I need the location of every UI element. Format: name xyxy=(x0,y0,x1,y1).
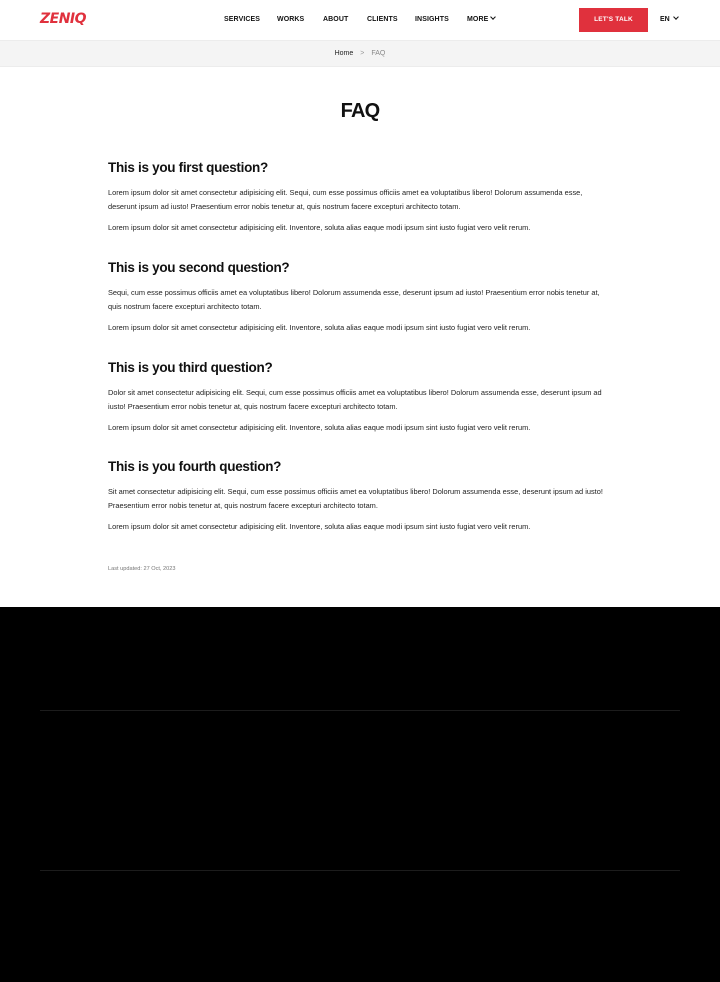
last-updated: Last updated: 27 Oct, 2023 xyxy=(108,566,176,572)
faq-item: This is you third question? Dolor sit am… xyxy=(108,359,613,435)
footer-divider xyxy=(40,710,680,711)
faq-answer-paragraph: Lorem ipsum dolor sit amet consectetur a… xyxy=(108,188,583,211)
faq-question: This is you third question? xyxy=(108,360,273,375)
site-header: ZENIQ SERVICES WORKS ABOUT CLIENTS INSIG… xyxy=(0,0,720,40)
faq-answer-paragraph: Lorem ipsum dolor sit amet consectetur a… xyxy=(108,522,531,531)
chevron-down-icon xyxy=(490,14,497,20)
faq-item: This is you fourth question? Sit amet co… xyxy=(108,458,613,534)
breadcrumb: Home > FAQ xyxy=(0,41,720,68)
breadcrumb-current: FAQ xyxy=(371,50,386,57)
language-selector[interactable]: EN xyxy=(660,0,679,40)
nav-works[interactable]: WORKS xyxy=(277,0,304,40)
nav-more-label: MORE xyxy=(467,16,489,23)
faq-question: This is you first question? xyxy=(108,160,268,175)
faq-question: This is you second question? xyxy=(108,260,290,275)
faq-answer-paragraph: Lorem ipsum dolor sit amet consectetur a… xyxy=(108,323,531,332)
faq-answer-paragraph: Sequi, cum esse possimus officiis amet e… xyxy=(108,288,600,311)
chevron-down-icon xyxy=(672,14,679,20)
faq-answer-paragraph: Lorem ipsum dolor sit amet consectetur a… xyxy=(108,223,531,232)
faq-answer-paragraph: Sit amet consectetur adipisicing elit. S… xyxy=(108,487,603,510)
nav-about[interactable]: ABOUT xyxy=(323,0,348,40)
breadcrumb-bar: Home > FAQ xyxy=(0,40,720,67)
nav-services[interactable]: SERVICES xyxy=(224,0,260,40)
language-label: EN xyxy=(660,16,670,23)
faq-answer-paragraph: Lorem ipsum dolor sit amet consectetur a… xyxy=(108,423,531,432)
page-title: FAQ xyxy=(340,100,381,122)
faq-answer-paragraph: Dolor sit amet consectetur adipisicing e… xyxy=(108,388,602,411)
footer-divider xyxy=(40,870,680,871)
nav-clients[interactable]: CLIENTS xyxy=(367,0,398,40)
faq-item: This is you first question? Lorem ipsum … xyxy=(108,159,613,235)
faq-question: This is you fourth question? xyxy=(108,459,282,474)
site-footer xyxy=(0,607,720,982)
faq-item: This is you second question? Sequi, cum … xyxy=(108,259,613,335)
lets-talk-button[interactable]: LET'S TALK xyxy=(579,8,648,32)
breadcrumb-home-link[interactable]: Home xyxy=(335,50,354,57)
breadcrumb-separator-icon: > xyxy=(360,50,365,57)
nav-more[interactable]: MORE xyxy=(467,0,497,40)
nav-insights[interactable]: INSIGHTS xyxy=(415,0,449,40)
